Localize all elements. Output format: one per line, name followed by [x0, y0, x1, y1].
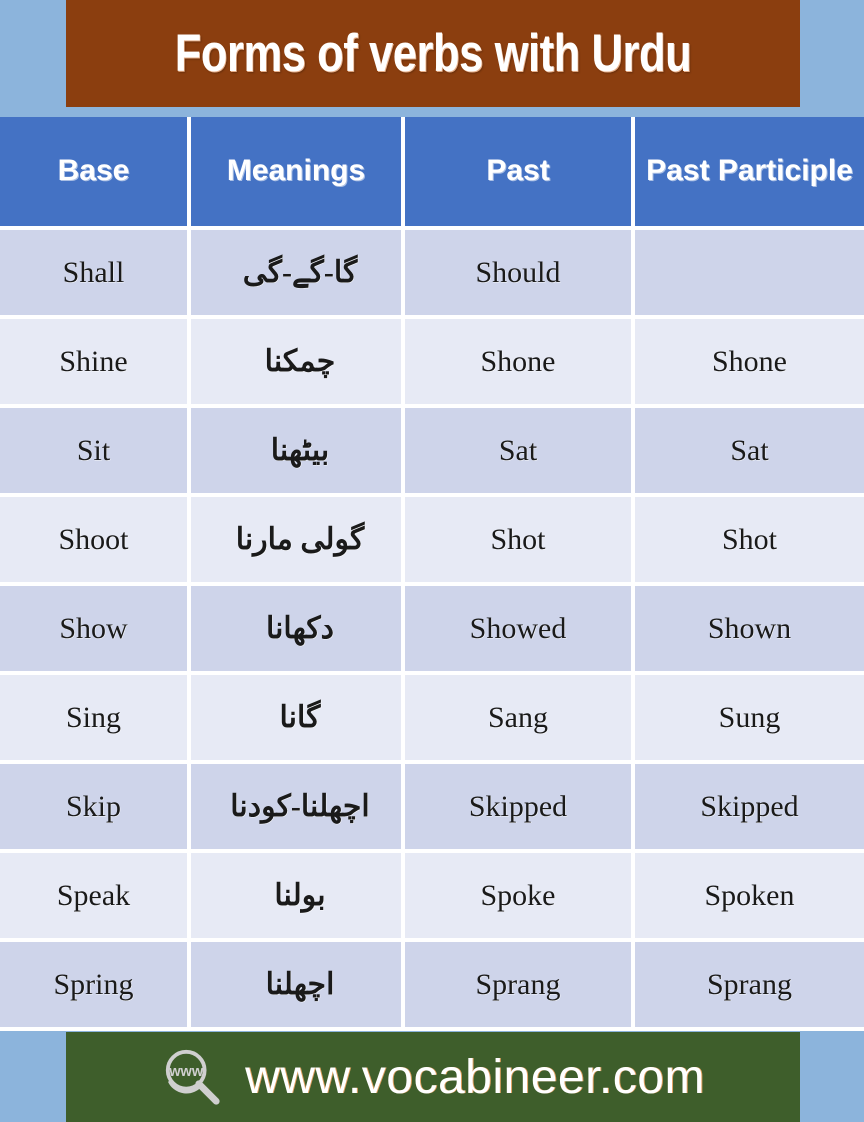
- table-row: Skip اچھلنا-کودنا Skipped Skipped: [0, 764, 864, 853]
- table-row: Speak بولنا Spoke Spoken: [0, 853, 864, 942]
- cell-past-participle: Sung: [635, 675, 864, 764]
- cell-past-participle: Shown: [635, 586, 864, 675]
- cell-meanings: دکھانا: [191, 586, 405, 675]
- table-row: Sit بیٹھنا Sat Sat: [0, 408, 864, 497]
- cell-base: Speak: [0, 853, 191, 942]
- table-header-row: Base Meanings Past Past Participle: [0, 117, 864, 230]
- table-row: Sing گانا Sang Sung: [0, 675, 864, 764]
- cell-past: Shone: [405, 319, 635, 408]
- table-body: Shall گا-گے-گی Should Shine چمکنا Shone …: [0, 230, 864, 1031]
- cell-base: Sing: [0, 675, 191, 764]
- cell-past: Sprang: [405, 942, 635, 1031]
- cell-meanings: گولی مارنا: [191, 497, 405, 586]
- table-row: Show دکھانا Showed Shown: [0, 586, 864, 675]
- www-magnifier-icon: www: [165, 1049, 220, 1105]
- page-title: Forms of verbs with Urdu: [174, 24, 692, 83]
- cell-base: Spring: [0, 942, 191, 1031]
- cell-base: Shoot: [0, 497, 191, 586]
- cell-past: Spoke: [405, 853, 635, 942]
- verb-forms-table: Base Meanings Past Past Participle Shall…: [0, 117, 864, 1031]
- cell-meanings: اچھلنا: [191, 942, 405, 1031]
- cell-base: Shall: [0, 230, 191, 319]
- column-header-past: Past: [405, 117, 635, 230]
- table-row: Shoot گولی مارنا Shot Shot: [0, 497, 864, 586]
- cell-past-participle: Shot: [635, 497, 864, 586]
- cell-base: Skip: [0, 764, 191, 853]
- cell-past-participle: [635, 230, 864, 319]
- cell-meanings: اچھلنا-کودنا: [191, 764, 405, 853]
- cell-past: Showed: [405, 586, 635, 675]
- table-row: Shall گا-گے-گی Should: [0, 230, 864, 319]
- cell-base: Show: [0, 586, 191, 675]
- column-header-base: Base: [0, 117, 191, 230]
- cell-past-participle: Spoken: [635, 853, 864, 942]
- cell-past-participle: Skipped: [635, 764, 864, 853]
- column-header-past-participle: Past Participle: [635, 117, 864, 230]
- cell-base: Shine: [0, 319, 191, 408]
- svg-text:www: www: [168, 1064, 204, 1080]
- cell-meanings: بولنا: [191, 853, 405, 942]
- cell-meanings: گا-گے-گی: [191, 230, 405, 319]
- cell-past: Should: [405, 230, 635, 319]
- cell-past: Sang: [405, 675, 635, 764]
- footer-banner: www www.vocabineer.com: [66, 1032, 800, 1122]
- cell-past-participle: Sat: [635, 408, 864, 497]
- footer-website-url: www.vocabineer.com: [245, 1050, 705, 1104]
- table-row: Spring اچھلنا Sprang Sprang: [0, 942, 864, 1031]
- title-banner: Forms of verbs with Urdu: [66, 0, 800, 107]
- cell-past-participle: Sprang: [635, 942, 864, 1031]
- column-header-meanings: Meanings: [191, 117, 405, 230]
- cell-past: Skipped: [405, 764, 635, 853]
- table-row: Shine چمکنا Shone Shone: [0, 319, 864, 408]
- cell-past: Sat: [405, 408, 635, 497]
- cell-meanings: گانا: [191, 675, 405, 764]
- cell-past-participle: Shone: [635, 319, 864, 408]
- cell-meanings: بیٹھنا: [191, 408, 405, 497]
- cell-base: Sit: [0, 408, 191, 497]
- cell-meanings: چمکنا: [191, 319, 405, 408]
- cell-past: Shot: [405, 497, 635, 586]
